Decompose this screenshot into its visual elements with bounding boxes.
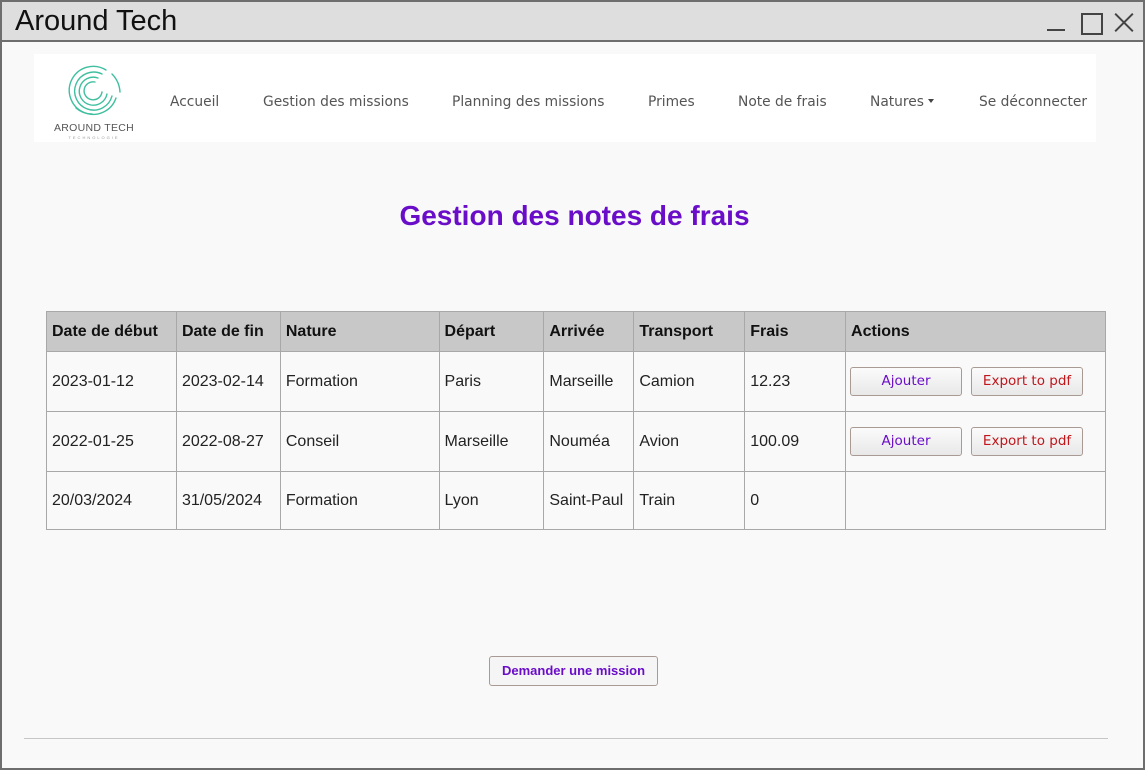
- page-title: Gestion des notes de frais: [399, 200, 750, 231]
- column-header-date-fin: Date de fin: [175, 311, 281, 352]
- add-button[interactable]: Ajouter: [850, 367, 963, 396]
- maximize-icon[interactable]: [1079, 11, 1103, 35]
- table-row: 2023-01-12 2023-02-14 Formation Paris Ma…: [46, 351, 1106, 412]
- cell-arrivee: Saint-Paul: [543, 471, 635, 530]
- navbar: AROUND TECH TECHNOLOGIE Accueil Gestion …: [34, 54, 1096, 142]
- column-header-nature: Nature: [279, 311, 440, 352]
- nav-item-natures[interactable]: Natures: [870, 94, 934, 110]
- cell-transport: Train: [633, 471, 746, 530]
- cell-transport: Avion: [633, 411, 746, 472]
- app-window: Around Tech AROUND TECH TECHNOLOGIE Accu…: [0, 0, 1145, 770]
- cell-date-fin: 2022-08-27: [175, 411, 281, 472]
- table-header-row: Date de début Date de fin Nature Départ …: [46, 311, 1106, 352]
- cell-transport: Camion: [633, 351, 746, 412]
- cell-date-fin: 31/05/2024: [175, 471, 281, 530]
- nav-item-primes[interactable]: Primes: [648, 94, 695, 110]
- brand-name: AROUND TECH: [53, 122, 135, 134]
- cell-nature: Formation: [279, 471, 440, 530]
- cell-frais: 12.23: [744, 351, 847, 412]
- column-header-transport: Transport: [633, 311, 746, 352]
- cell-nature: Formation: [279, 351, 440, 412]
- cell-arrivee: Marseille: [543, 351, 635, 412]
- add-button[interactable]: Ajouter: [850, 427, 963, 456]
- cell-nature: Conseil: [279, 411, 440, 472]
- title-bar: Around Tech: [2, 2, 1143, 42]
- cell-actions: Ajouter Export to pdf: [845, 411, 1106, 472]
- expenses-table: Date de début Date de fin Nature Départ …: [46, 311, 1106, 530]
- cell-date-fin: 2023-02-14: [175, 351, 281, 412]
- nav-item-note-de-frais[interactable]: Note de frais: [738, 94, 827, 110]
- table-row: 2022-01-25 2022-08-27 Conseil Marseille …: [46, 411, 1106, 472]
- cell-depart: Marseille: [438, 411, 545, 472]
- nav-item-planning-missions[interactable]: Planning des missions: [452, 94, 605, 110]
- cell-frais: 100.09: [744, 411, 847, 472]
- close-icon[interactable]: [1113, 11, 1135, 33]
- column-header-arrivee: Arrivée: [543, 311, 635, 352]
- cell-date-debut: 20/03/2024: [46, 471, 177, 530]
- cell-frais: 0: [744, 471, 847, 530]
- column-header-date-debut: Date de début: [46, 311, 177, 352]
- cell-date-debut: 2022-01-25: [46, 411, 177, 472]
- brand-tagline: TECHNOLOGIE: [68, 135, 120, 140]
- window-controls: [1045, 11, 1135, 35]
- nav-item-accueil[interactable]: Accueil: [170, 94, 219, 110]
- request-mission-button[interactable]: Demander une mission: [489, 656, 658, 686]
- column-header-actions: Actions: [845, 311, 1106, 352]
- column-header-frais: Frais: [744, 311, 847, 352]
- table-row: 20/03/2024 31/05/2024 Formation Lyon Sai…: [46, 471, 1106, 530]
- nav-item-natures-label: Natures: [870, 94, 924, 110]
- footer-divider: [24, 738, 1108, 739]
- caret-down-icon: [927, 99, 934, 103]
- minimize-icon[interactable]: [1045, 11, 1067, 33]
- window-title: Around Tech: [15, 5, 178, 37]
- cell-date-debut: 2023-01-12: [46, 351, 177, 412]
- column-header-depart: Départ: [438, 311, 545, 352]
- cell-arrivee: Nouméa: [543, 411, 635, 472]
- cell-depart: Paris: [438, 351, 545, 412]
- nav-item-gestion-missions[interactable]: Gestion des missions: [263, 94, 409, 110]
- logo-swirl-icon: [68, 65, 121, 115]
- cell-actions: Ajouter Export to pdf: [845, 351, 1106, 412]
- nav-item-logout[interactable]: Se déconnecter: [979, 94, 1087, 110]
- export-pdf-button[interactable]: Export to pdf: [971, 367, 1084, 396]
- cell-actions: [845, 471, 1106, 530]
- cell-depart: Lyon: [438, 471, 545, 530]
- export-pdf-button[interactable]: Export to pdf: [971, 427, 1084, 456]
- brand-logo[interactable]: AROUND TECH TECHNOLOGIE: [52, 62, 136, 140]
